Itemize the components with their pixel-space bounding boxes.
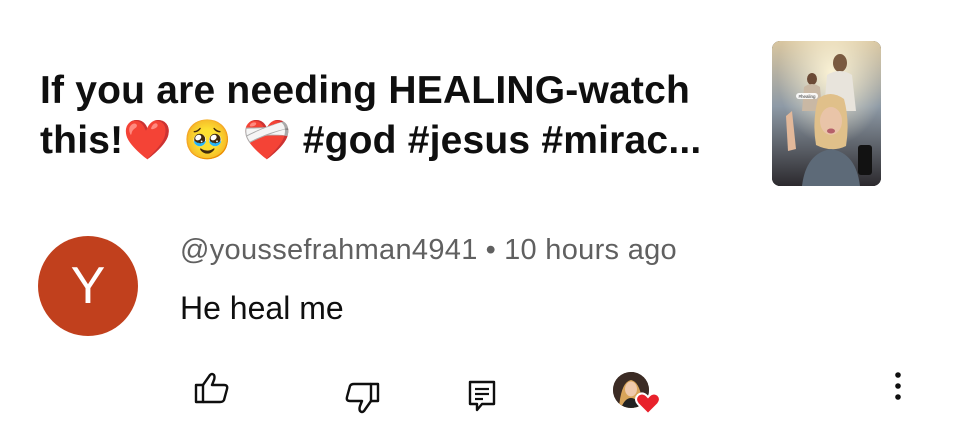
video-title-line-1: If you are needing HEALING-watch bbox=[40, 69, 690, 112]
like-button[interactable] bbox=[190, 368, 234, 408]
video-title[interactable]: If you are needing HEALING-watch this!❤️… bbox=[40, 66, 740, 166]
more-vertical-icon bbox=[895, 372, 901, 400]
comment-meta: @youssefrahman4941 • 10 hours ago bbox=[180, 234, 677, 267]
meta-separator: • bbox=[485, 234, 497, 266]
reply-icon bbox=[468, 380, 496, 412]
comment-text: He heal me bbox=[180, 290, 344, 326]
comment-timestamp: 10 hours ago bbox=[504, 234, 677, 266]
thumbs-up-icon bbox=[194, 372, 229, 404]
avatar-letter: Y bbox=[70, 257, 106, 315]
thumbnail-caption: #healing bbox=[798, 94, 816, 99]
video-thumbnail[interactable]: #healing bbox=[772, 41, 881, 186]
more-options-button[interactable] bbox=[886, 366, 910, 406]
video-title-line-2: this!❤️ 🥹 ❤️‍🩹 #god #jesus #mirac... bbox=[40, 119, 702, 162]
comment-author[interactable]: @youssefrahman4941 bbox=[180, 234, 478, 266]
thumbs-down-icon bbox=[345, 382, 380, 414]
creator-heart-button[interactable] bbox=[610, 372, 664, 420]
dislike-button[interactable] bbox=[340, 378, 384, 418]
commenter-avatar[interactable]: Y bbox=[38, 236, 138, 336]
creator-heart-icon bbox=[635, 392, 661, 416]
reply-button[interactable] bbox=[462, 376, 502, 416]
